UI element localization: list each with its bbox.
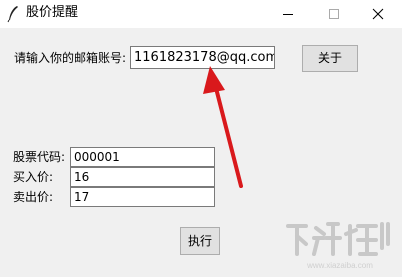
watermark-url: www.xiazaiba.com	[306, 261, 373, 270]
app-window: 股价提醒 请输入你的邮箱账号: 1161823178@qq.com 关于 股票代…	[0, 0, 402, 277]
xiazaiba-watermark-logo: www.xiazaiba.com	[286, 222, 390, 270]
